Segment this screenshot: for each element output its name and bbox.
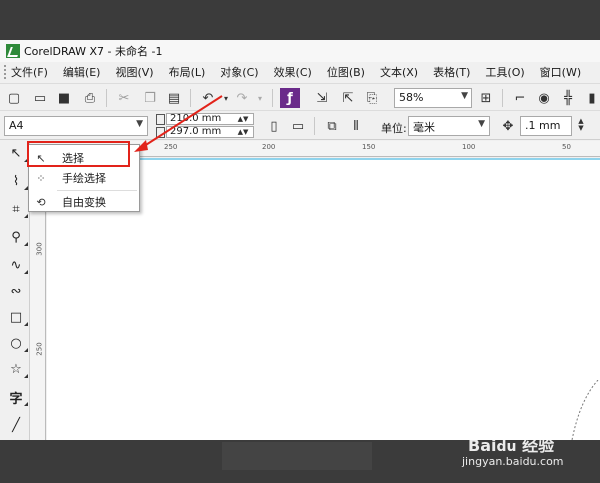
watermark-url: jingyan.baidu.com bbox=[462, 455, 564, 468]
menu-object[interactable]: 对象(C) bbox=[220, 64, 258, 80]
redo-dropdown-icon[interactable]: ▾ bbox=[250, 88, 270, 108]
crop-tool-icon[interactable]: ⌗ bbox=[6, 199, 28, 219]
coreldraw-logo-icon bbox=[6, 44, 20, 58]
snap-to-icon[interactable]: ╬ bbox=[558, 88, 578, 108]
nudge-spin-arrows-icon[interactable]: ▲ ▼ bbox=[574, 118, 588, 132]
ellipse-tool-icon[interactable]: ○ bbox=[6, 333, 28, 353]
menu-tools[interactable]: 工具(O) bbox=[485, 64, 524, 80]
free-transform-icon: ⟲ bbox=[36, 195, 46, 209]
shape-tool-icon[interactable]: ⌇ bbox=[6, 171, 28, 191]
freehand-tool-icon[interactable]: ∿ bbox=[6, 255, 28, 275]
toolbar-separator bbox=[314, 117, 315, 135]
menu-edit[interactable]: 编辑(E) bbox=[63, 64, 101, 80]
undo-icon[interactable]: ↶ bbox=[198, 88, 218, 108]
flyout-item-free-transform[interactable]: ⟲ 自由变换 bbox=[30, 192, 138, 212]
menu-window[interactable]: 窗口(W) bbox=[540, 64, 581, 80]
zoom-level-select[interactable]: 58% ▼ bbox=[394, 88, 472, 108]
menu-bar: 文件(F) 编辑(E) 视图(V) 布局(L) 对象(C) 效果(C) 位图(B… bbox=[0, 62, 600, 82]
zoom-tool-icon[interactable]: ⚲ bbox=[6, 227, 28, 247]
export-icon[interactable]: ⇱ bbox=[338, 88, 358, 108]
freehand-pick-icon: ⁘ bbox=[36, 171, 46, 185]
units-label: 单位: bbox=[381, 122, 407, 135]
text-tool-icon[interactable]: 字 bbox=[6, 387, 28, 407]
ruler-label: 250 bbox=[35, 342, 44, 356]
chevron-down-icon: ▼ bbox=[461, 91, 468, 101]
cut-icon[interactable]: ✂ bbox=[114, 88, 134, 108]
redo-icon[interactable]: ↷ bbox=[232, 88, 252, 108]
annotation-highlight-box bbox=[27, 141, 130, 167]
app-window: CorelDRAW X7 - 未命名 -1 文件(F) 编辑(E) 视图(V) … bbox=[0, 40, 600, 440]
parallel-dimension-tool-icon[interactable]: ╱ bbox=[6, 415, 26, 435]
menu-view[interactable]: 视图(V) bbox=[115, 64, 153, 80]
menu-file[interactable]: 文件(F) bbox=[11, 64, 48, 80]
current-page-icon[interactable]: ⫴ bbox=[346, 116, 366, 136]
menu-bitmaps[interactable]: 位图(B) bbox=[327, 64, 365, 80]
units-value: 毫米 bbox=[413, 121, 435, 134]
polygon-tool-icon[interactable]: ☆ bbox=[6, 359, 28, 379]
show-grid-icon[interactable]: ◉ bbox=[534, 88, 554, 108]
nudge-icon: ✥ bbox=[502, 118, 514, 134]
ruler-label: 200 bbox=[262, 143, 276, 151]
chevron-down-icon: ▼ bbox=[478, 119, 485, 129]
page-height-icon bbox=[156, 127, 165, 138]
page-size-select[interactable]: A4 ▼ bbox=[4, 116, 148, 136]
landscape-icon[interactable]: ▭ bbox=[288, 116, 308, 136]
ruler-label: 150 bbox=[362, 143, 376, 151]
toolbar-separator bbox=[190, 89, 191, 107]
new-document-icon[interactable]: ▢ bbox=[4, 88, 24, 108]
menu-effects[interactable]: 效果(C) bbox=[274, 64, 312, 80]
publish-pdf-icon[interactable]: ⎘ bbox=[362, 88, 382, 108]
save-icon[interactable]: ■ bbox=[54, 88, 74, 108]
pick-tool-icon[interactable]: ↖ bbox=[6, 143, 28, 163]
watermark-brand-text: Bai bbox=[468, 436, 497, 455]
taskbar-ghost bbox=[222, 442, 372, 470]
toolbox: ↖ ⌇ ⌗ ⚲ ∿ ∾ □ ○ ☆ 字 ╱ bbox=[0, 141, 30, 440]
watermark-brand-suffix: 经验 bbox=[522, 436, 555, 455]
toolbar-separator bbox=[272, 89, 273, 107]
menu-text[interactable]: 文本(X) bbox=[380, 64, 418, 80]
copy-icon[interactable]: ❐ bbox=[140, 88, 160, 108]
ruler-label: 50 bbox=[562, 143, 571, 151]
canvas-arc-decoration bbox=[571, 380, 599, 440]
search-content-icon[interactable]: ƒ bbox=[280, 88, 300, 108]
ruler-label: 100 bbox=[462, 143, 476, 151]
ruler-label: 250 bbox=[164, 143, 178, 151]
flyout-item-freehand-pick[interactable]: ⁘ 手绘选择 bbox=[30, 168, 138, 188]
options-icon[interactable]: ▮ bbox=[582, 88, 600, 108]
menubar-grip[interactable] bbox=[4, 65, 7, 79]
print-icon[interactable]: ⎙ bbox=[80, 88, 100, 108]
window-title: CorelDRAW X7 - 未命名 -1 bbox=[24, 45, 163, 58]
watermark-brand: Baidu 经验 bbox=[468, 436, 555, 455]
height-spin-arrows-icon[interactable]: ▲▼ bbox=[234, 127, 252, 137]
portrait-icon[interactable]: ▯ bbox=[264, 116, 284, 136]
ruler-label: 300 bbox=[35, 242, 44, 256]
paste-icon[interactable]: ▤ bbox=[164, 88, 184, 108]
width-spin-arrows-icon[interactable]: ▲▼ bbox=[234, 114, 252, 124]
all-pages-icon[interactable]: ⧉ bbox=[322, 116, 342, 136]
toolbar-separator bbox=[106, 89, 107, 107]
nudge-distance-value: .1 mm bbox=[525, 119, 561, 132]
chevron-down-icon: ▼ bbox=[136, 119, 143, 129]
flyout-item-label: 自由变换 bbox=[62, 196, 106, 209]
page-width-icon bbox=[156, 114, 165, 125]
nudge-distance-input[interactable]: .1 mm bbox=[520, 116, 572, 136]
rectangle-tool-icon[interactable]: □ bbox=[6, 307, 28, 327]
title-bar: CorelDRAW X7 - 未命名 -1 bbox=[0, 40, 600, 62]
flyout-item-label: 手绘选择 bbox=[62, 172, 106, 185]
toolbar-separator bbox=[502, 89, 503, 107]
standard-toolbar: ▢ ▭ ■ ⎙ ✂ ❐ ▤ ↶ ▾ ↷ ▾ ƒ ⇲ ⇱ ⎘ 58% ▼ ⊞ ⌐ … bbox=[0, 83, 600, 111]
zoom-level-value: 58% bbox=[399, 91, 424, 104]
full-screen-icon[interactable]: ⊞ bbox=[476, 88, 496, 108]
artistic-media-tool-icon[interactable]: ∾ bbox=[6, 281, 26, 301]
menu-table[interactable]: 表格(T) bbox=[433, 64, 470, 80]
import-icon[interactable]: ⇲ bbox=[312, 88, 332, 108]
page-size-value: A4 bbox=[9, 119, 24, 132]
units-select[interactable]: 毫米 ▼ bbox=[408, 116, 490, 136]
flyout-separator bbox=[57, 190, 137, 191]
show-rulers-icon[interactable]: ⌐ bbox=[510, 88, 530, 108]
property-bar: A4 ▼ 210.0 mm ▲▼ 297.0 mm ▲▼ ▯ ▭ ⧉ ⫴ 单位:… bbox=[0, 112, 600, 140]
menu-layout[interactable]: 布局(L) bbox=[169, 64, 206, 80]
open-folder-icon[interactable]: ▭ bbox=[30, 88, 50, 108]
